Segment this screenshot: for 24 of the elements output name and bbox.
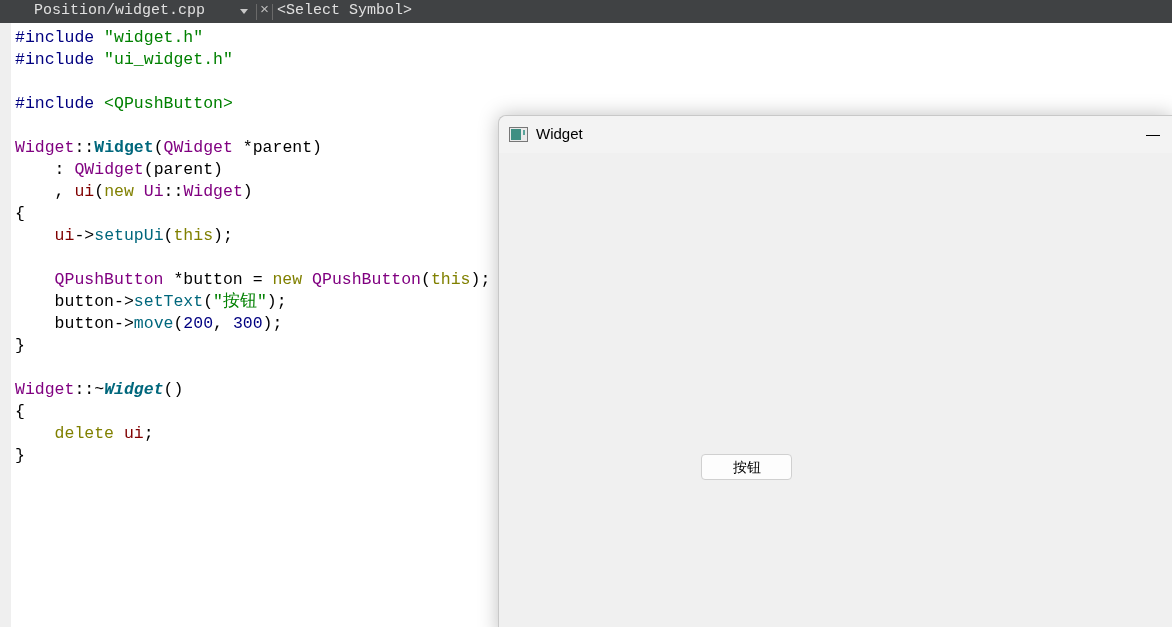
close-button[interactable]: × <box>257 0 272 23</box>
dropdown-caret-icon <box>240 9 248 14</box>
code-line: button->move(200, 300); <box>53 313 283 335</box>
code-line: delete ui; <box>53 423 154 445</box>
code-line: { <box>15 401 25 423</box>
app-icon <box>509 127 528 142</box>
code-line: #include <QPushButton> <box>15 93 233 115</box>
code-line: : QWidget(parent) <box>53 159 223 181</box>
code-line: Widget::~Widget() <box>15 379 184 401</box>
code-line: ui->setupUi(this); <box>53 225 233 247</box>
code-line: { <box>15 203 25 225</box>
file-combo[interactable]: Position/widget.cpp <box>14 0 256 23</box>
code-line: #include "ui_widget.h" <box>15 49 233 71</box>
code-line: } <box>15 335 25 357</box>
code-line: QPushButton *button = new QPushButton(this); <box>53 269 491 291</box>
code-line: Widget::Widget(QWidget *parent) <box>15 137 322 159</box>
minimize-button[interactable]: — <box>1146 124 1160 145</box>
code-line: , ui(new Ui::Widget) <box>53 181 253 203</box>
code-line: button->setText("按钮"); <box>53 291 287 313</box>
push-button[interactable]: 按钮 <box>701 454 792 480</box>
window-title: Widget <box>536 124 583 145</box>
symbol-combo[interactable]: <Select Symbol> <box>273 0 417 23</box>
code-line: #include "widget.h" <box>15 27 204 49</box>
code-line: } <box>15 445 25 467</box>
